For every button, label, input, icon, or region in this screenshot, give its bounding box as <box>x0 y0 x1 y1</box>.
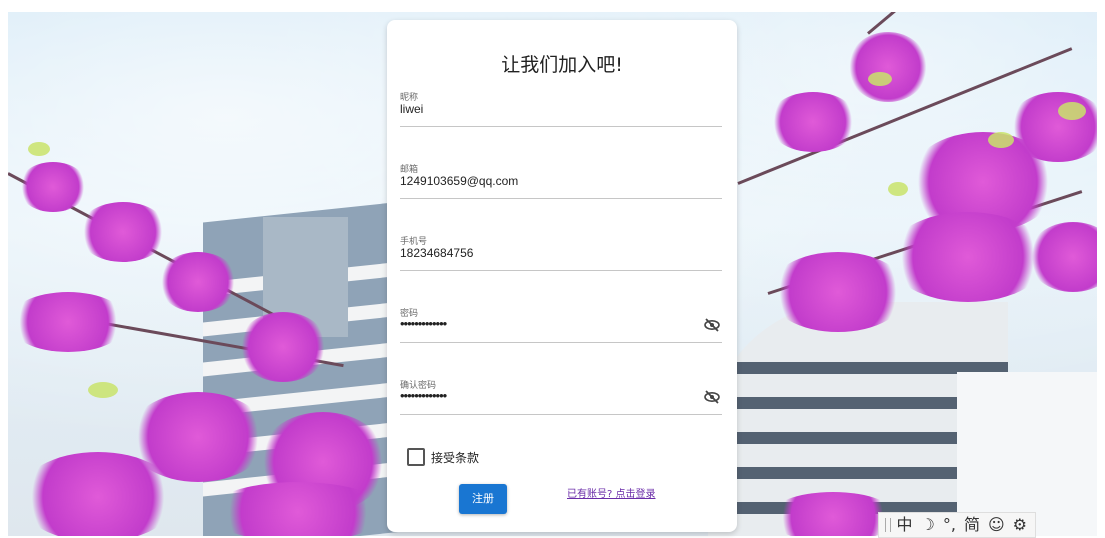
eye-off-icon[interactable] <box>704 390 720 404</box>
ime-toolbar[interactable]: 中 ☽ °, 简 ☺ ⚙ <box>878 512 1036 538</box>
eye-off-icon[interactable] <box>704 318 720 332</box>
simplified-mode[interactable]: 简 <box>964 513 980 537</box>
register-button[interactable]: 注册 <box>459 484 507 514</box>
terms-label[interactable]: 接受条款 <box>431 449 479 466</box>
email-field[interactable]: 邮箱 1249103659@qq.com <box>400 162 722 199</box>
punctuation-icon[interactable]: °, <box>943 513 956 537</box>
nickname-input[interactable]: liwei <box>400 102 690 116</box>
nickname-field[interactable]: 昵称 liwei <box>400 90 722 127</box>
moon-icon[interactable]: ☽ <box>921 513 935 537</box>
settings-gear-icon[interactable]: ⚙ <box>1013 513 1027 537</box>
password-field[interactable]: 密码 ••••••••••••• <box>400 306 722 343</box>
login-link[interactable]: 已有账号? 点击登录 <box>567 485 656 500</box>
page-title: 让我们加入吧! <box>501 54 623 76</box>
confirm-password-input[interactable]: ••••••••••••• <box>400 388 690 403</box>
register-card: 让我们加入吧! 昵称 liwei 邮箱 1249103659@qq.com 手机… <box>387 20 737 532</box>
drag-handle[interactable] <box>885 518 891 532</box>
password-input[interactable]: ••••••••••••• <box>400 316 690 331</box>
email-input[interactable]: 1249103659@qq.com <box>400 174 690 188</box>
confirm-password-field[interactable]: 确认密码 ••••••••••••• <box>400 378 722 415</box>
ime-chinese-mode[interactable]: 中 <box>897 513 913 537</box>
terms-checkbox[interactable] <box>407 448 425 466</box>
phone-field[interactable]: 手机号 18234684756 <box>400 234 722 271</box>
phone-input[interactable]: 18234684756 <box>400 246 690 260</box>
emoji-icon[interactable]: ☺ <box>988 513 1005 537</box>
